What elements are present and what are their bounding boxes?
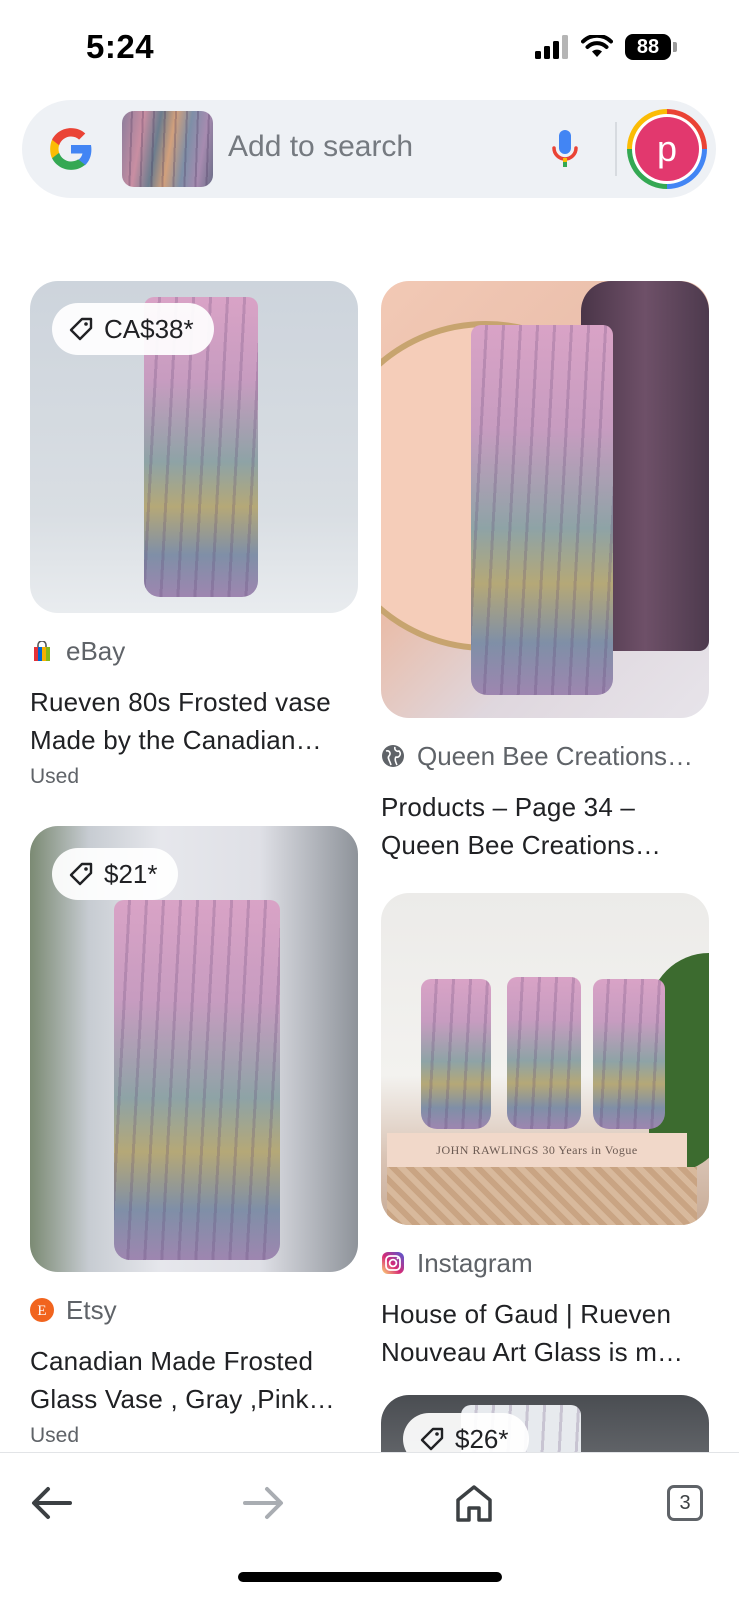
result-source[interactable]: Queen Bee Creations… [381,740,709,772]
tab-count: 3 [667,1485,703,1521]
price-label: $26* [455,1423,509,1454]
instagram-icon [381,1251,405,1275]
ebay-icon [30,639,54,663]
result-title[interactable]: House of Gaud | Rueven Nouveau Art Glass… [381,1295,709,1371]
svg-text:E: E [37,1303,46,1319]
result-image[interactable]: CA$38* [30,281,358,613]
status-icons: 88 [535,34,677,60]
globe-icon [381,744,405,768]
book-spine-text: JOHN RAWLINGS 30 Years in Vogue [387,1133,687,1167]
google-logo-icon[interactable] [46,124,96,174]
microphone-icon[interactable] [550,128,580,170]
result-image[interactable]: JOHN RAWLINGS 30 Years in Vogue [381,893,709,1225]
price-tag-icon [69,862,93,886]
battery-icon: 88 [625,34,677,60]
result-card-queen-bee[interactable]: Queen Bee Creations… Products – Page 34 … [381,281,709,864]
home-icon [456,1485,492,1522]
account-avatar[interactable]: p [627,109,707,189]
etsy-icon: E [30,1298,54,1322]
result-title[interactable]: Products – Page 34 – Queen Bee Creations… [381,788,709,864]
price-tag-icon [420,1427,444,1451]
source-name: Queen Bee Creations… [417,740,694,771]
result-title[interactable]: Canadian Made Frosted Glass Vase , Gray … [30,1342,358,1418]
price-chip: $21* [52,848,178,900]
back-button[interactable] [22,1473,82,1533]
result-source[interactable]: E Etsy [30,1294,358,1326]
result-source[interactable]: eBay [30,635,358,667]
result-card-ebay[interactable]: CA$38* eBay Rueven 80s Frosted vase Made… [30,281,358,789]
search-input[interactable]: Add to search [228,130,413,164]
result-image[interactable]: $21* [30,826,358,1272]
condition-label: Used [30,1424,80,1447]
search-bar[interactable]: Add to search p [22,100,716,198]
tabs-button[interactable]: 3 [655,1473,715,1533]
back-arrow-icon [32,1487,72,1519]
price-tag-icon [69,317,93,341]
price-label: $21* [104,858,158,889]
cellular-signal-icon [535,35,568,59]
home-button[interactable] [444,1473,504,1533]
search-divider [615,122,617,176]
source-name: eBay [66,635,126,666]
forward-button[interactable] [233,1473,293,1533]
wifi-icon [581,35,613,57]
source-name: Etsy [66,1294,117,1325]
forward-arrow-icon [243,1487,283,1519]
status-time: 5:24 [86,28,155,65]
home-indicator [238,1572,502,1582]
result-image[interactable] [381,281,709,718]
query-image-thumbnail[interactable] [122,111,213,187]
result-title[interactable]: Rueven 80s Frosted vase Made by the Cana… [30,683,358,759]
avatar-letter: p [635,117,699,181]
source-name: Instagram [417,1247,533,1278]
price-label: CA$38* [104,313,194,344]
result-card-etsy[interactable]: $21* E Etsy Canadian Made Frosted Glass … [30,826,358,1448]
result-card-instagram[interactable]: JOHN RAWLINGS 30 Years in Vogue Instagra… [381,893,709,1371]
result-source[interactable]: Instagram [381,1247,709,1279]
battery-level: 88 [625,34,671,60]
condition-label: Used [30,765,80,788]
price-chip: CA$38* [52,303,214,355]
